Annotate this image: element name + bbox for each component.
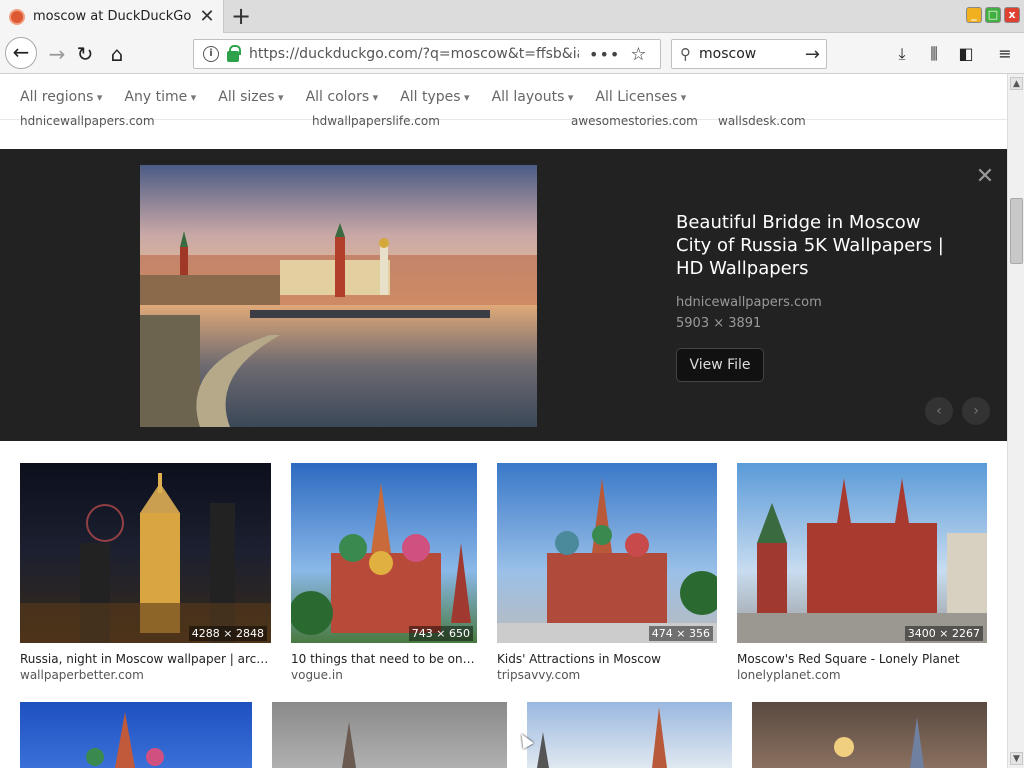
maximize-button[interactable]: □ xyxy=(985,7,1001,23)
url-text[interactable]: https://duckduckgo.com/?q=moscow&t=ffsb&… xyxy=(249,46,579,62)
detail-site[interactable]: hdnicewallpapers.com xyxy=(676,295,822,310)
previous-image-button[interactable]: ‹ xyxy=(925,397,953,425)
lock-icon xyxy=(227,44,241,62)
browser-tab[interactable]: moscow at DuckDuckGo ✕ xyxy=(0,0,224,33)
result-dimensions: 743 × 650 xyxy=(408,626,473,641)
address-bar[interactable]: i https://duckduckgo.com/?q=moscow&t=ffs… xyxy=(193,39,661,69)
page-scrollbar[interactable]: ▲ ▼ xyxy=(1007,74,1024,768)
downloads-icon[interactable]: ⤓ xyxy=(891,43,913,65)
minimize-button[interactable]: _ xyxy=(966,7,982,23)
result-dimensions: 3400 × 2267 xyxy=(904,626,983,641)
page-actions-icon[interactable]: ••• xyxy=(589,45,620,64)
bookmark-star-icon[interactable]: ☆ xyxy=(630,44,646,65)
previous-row-sources: hdnicewallpapers.com hdwallpaperslife.co… xyxy=(0,114,1007,134)
scroll-up-icon[interactable]: ▲ xyxy=(1010,77,1023,90)
detail-close-icon[interactable]: ✕ xyxy=(975,166,995,188)
result-title[interactable]: Russia, night in Moscow wallpaper | arch… xyxy=(20,652,271,666)
result-image[interactable] xyxy=(20,702,252,768)
result-site[interactable]: lonelyplanet.com xyxy=(737,668,841,682)
window-controls: _ □ x xyxy=(966,7,1020,23)
source-label[interactable]: wallsdesk.com xyxy=(718,114,806,128)
filter-dropdown[interactable]: All sizes xyxy=(218,89,283,105)
result-site[interactable]: wallpaperbetter.com xyxy=(20,668,144,682)
detail-dimensions: 5903 × 3891 xyxy=(676,316,762,331)
image-result[interactable]: 743 × 650 10 things that need to be on y… xyxy=(291,463,477,683)
result-title[interactable]: 10 things that need to be on yo... xyxy=(291,652,477,666)
next-image-button[interactable]: › xyxy=(962,397,990,425)
image-detail-panel: ✕ Beautiful Bridge in Moscow City of Rus… xyxy=(0,149,1007,441)
detail-title[interactable]: Beautiful Bridge in Moscow City of Russi… xyxy=(676,211,956,280)
detail-image[interactable] xyxy=(140,165,537,427)
image-result[interactable]: 3400 × 2267 Moscow's Red Square - Lonely… xyxy=(737,463,987,683)
source-label[interactable]: hdnicewallpapers.com xyxy=(20,114,155,128)
search-bar[interactable]: ⚲ moscow → xyxy=(671,39,827,69)
menu-icon[interactable]: ≡ xyxy=(994,43,1016,65)
result-dimensions: 474 × 356 xyxy=(648,626,713,641)
result-title[interactable]: Kids' Attractions in Moscow xyxy=(497,652,717,666)
search-icon: ⚲ xyxy=(680,45,691,63)
filter-dropdown[interactable]: All layouts xyxy=(492,89,574,105)
back-button[interactable]: ← xyxy=(5,37,37,69)
result-dimensions: 4288 × 2848 xyxy=(188,626,267,641)
scroll-down-icon[interactable]: ▼ xyxy=(1010,752,1023,765)
result-image[interactable] xyxy=(752,702,987,768)
result-image[interactable] xyxy=(20,463,271,643)
scroll-thumb[interactable] xyxy=(1010,198,1023,264)
image-result[interactable]: 474 × 356 Kids' Attractions in Moscow tr… xyxy=(497,463,717,683)
title-bar: moscow at DuckDuckGo ✕ + _ □ x xyxy=(0,0,1024,33)
duckduckgo-favicon-icon xyxy=(9,8,25,25)
library-icon[interactable]: ⫼ xyxy=(923,43,945,65)
view-file-button[interactable]: View File xyxy=(676,348,764,382)
search-go-icon[interactable]: → xyxy=(805,44,820,65)
result-site[interactable]: tripsavvy.com xyxy=(497,668,580,682)
source-label[interactable]: awesomestories.com xyxy=(571,114,698,128)
result-site[interactable]: vogue.in xyxy=(291,668,343,682)
result-image[interactable] xyxy=(497,463,717,643)
forward-button[interactable]: → xyxy=(42,39,72,69)
image-result[interactable]: 4288 × 2848 Russia, night in Moscow wall… xyxy=(20,463,271,683)
tab-close-icon[interactable]: ✕ xyxy=(197,6,217,27)
navigation-bar: ← → ↻ ⌂ i https://duckduckgo.com/?q=mosc… xyxy=(0,33,1024,74)
result-image[interactable] xyxy=(272,702,507,768)
image-result[interactable] xyxy=(272,702,507,768)
result-title[interactable]: Moscow's Red Square - Lonely Planet xyxy=(737,652,987,666)
image-result[interactable] xyxy=(20,702,252,768)
home-button[interactable]: ⌂ xyxy=(102,39,132,69)
close-window-button[interactable]: x xyxy=(1004,7,1020,23)
result-image[interactable] xyxy=(527,702,732,768)
search-input[interactable]: moscow xyxy=(699,46,805,62)
result-image[interactable] xyxy=(291,463,477,643)
filter-dropdown[interactable]: All types xyxy=(400,89,469,105)
filter-dropdown[interactable]: All Licenses xyxy=(595,89,686,105)
site-info-icon[interactable]: i xyxy=(203,46,219,62)
image-result[interactable] xyxy=(752,702,987,768)
filter-dropdown[interactable]: All colors xyxy=(306,89,379,105)
tab-title: moscow at DuckDuckGo xyxy=(33,9,192,24)
result-image[interactable] xyxy=(737,463,987,643)
filter-dropdown[interactable]: All regions xyxy=(20,89,102,105)
reload-button[interactable]: ↻ xyxy=(70,39,100,69)
filter-dropdown[interactable]: Any time xyxy=(124,89,196,105)
source-label[interactable]: hdwallpaperslife.com xyxy=(312,114,440,128)
sidebar-icon[interactable]: ◧ xyxy=(955,43,977,65)
new-tab-button[interactable]: + xyxy=(228,4,254,30)
image-result[interactable] xyxy=(527,702,732,768)
page-content: All regions Any time All sizes All colors Al… xyxy=(0,74,1007,768)
